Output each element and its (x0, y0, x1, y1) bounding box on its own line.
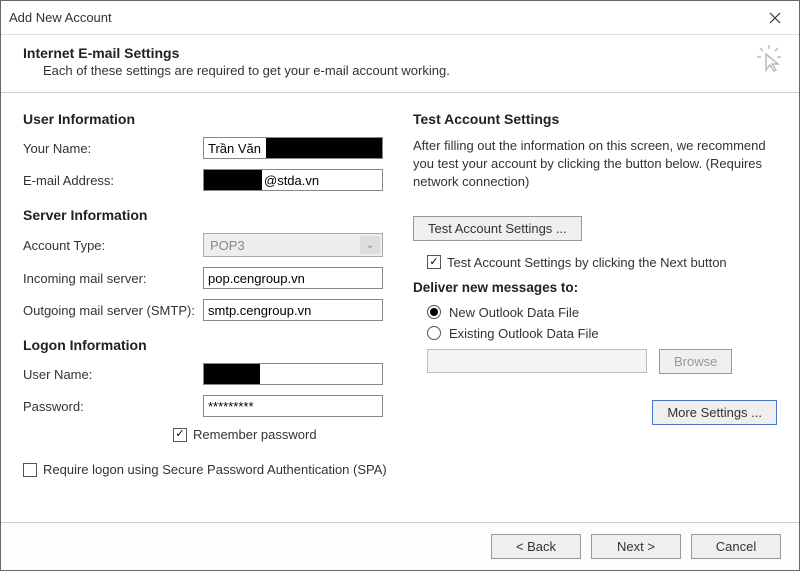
username-row: User Name: (23, 363, 387, 385)
redaction-block (204, 364, 260, 384)
username-input-wrap (203, 363, 383, 385)
remember-password-row: Remember password (173, 427, 387, 442)
window-title: Add New Account (9, 10, 755, 25)
more-settings-row: More Settings ... (413, 400, 777, 425)
test-description: After filling out the information on thi… (413, 137, 777, 192)
dialog-content: User Information Your Name: E-mail Addre… (1, 93, 799, 522)
test-account-button[interactable]: Test Account Settings ... (413, 216, 582, 241)
close-icon (769, 12, 781, 24)
password-row: Password: (23, 395, 387, 417)
left-column: User Information Your Name: E-mail Addre… (23, 111, 387, 508)
outgoing-server-input[interactable] (203, 299, 383, 321)
browse-row: Browse (427, 349, 777, 374)
user-info-section-title: User Information (23, 111, 387, 127)
account-type-row: Account Type: POP3 ⌄ (23, 233, 387, 257)
test-on-next-checkbox[interactable] (427, 255, 441, 269)
account-type-label: Account Type: (23, 238, 203, 253)
new-data-file-radio[interactable] (427, 305, 441, 319)
incoming-server-input[interactable] (203, 267, 383, 289)
cancel-button[interactable]: Cancel (691, 534, 781, 559)
outgoing-server-label: Outgoing mail server (SMTP): (23, 303, 203, 318)
redaction-block (266, 138, 382, 158)
account-type-select: POP3 ⌄ (203, 233, 383, 257)
your-name-label: Your Name: (23, 141, 203, 156)
deliver-section-title: Deliver new messages to: (413, 280, 777, 295)
password-label: Password: (23, 399, 203, 414)
spa-label: Require logon using Secure Password Auth… (43, 462, 387, 477)
cursor-click-icon (755, 43, 785, 73)
header-subtitle: Each of these settings are required to g… (23, 63, 783, 78)
incoming-server-label: Incoming mail server: (23, 271, 203, 286)
browse-button: Browse (659, 349, 732, 374)
test-on-next-row: Test Account Settings by clicking the Ne… (427, 255, 777, 270)
more-settings-button[interactable]: More Settings ... (652, 400, 777, 425)
existing-file-path-input (427, 349, 647, 373)
your-name-input-wrap (203, 137, 383, 159)
close-button[interactable] (755, 3, 795, 33)
right-column: Test Account Settings After filling out … (413, 111, 777, 508)
spa-row: Require logon using Secure Password Auth… (23, 462, 387, 477)
titlebar: Add New Account (1, 1, 799, 35)
logon-info-section-title: Logon Information (23, 337, 387, 353)
your-name-row: Your Name: (23, 137, 387, 159)
next-button[interactable]: Next > (591, 534, 681, 559)
remember-password-label: Remember password (193, 427, 317, 442)
remember-password-checkbox[interactable] (173, 428, 187, 442)
new-data-file-row: New Outlook Data File (427, 305, 777, 320)
outgoing-server-row: Outgoing mail server (SMTP): (23, 299, 387, 321)
incoming-server-row: Incoming mail server: (23, 267, 387, 289)
chevron-down-icon: ⌄ (360, 236, 380, 254)
account-type-value: POP3 (210, 238, 245, 253)
password-input[interactable] (203, 395, 383, 417)
username-label: User Name: (23, 367, 203, 382)
new-data-file-label: New Outlook Data File (449, 305, 579, 320)
test-section-title: Test Account Settings (413, 111, 777, 127)
test-on-next-label: Test Account Settings by clicking the Ne… (447, 255, 727, 270)
existing-data-file-row: Existing Outlook Data File (427, 326, 777, 341)
header-title: Internet E-mail Settings (23, 45, 783, 61)
spa-checkbox[interactable] (23, 463, 37, 477)
back-button[interactable]: < Back (491, 534, 581, 559)
redaction-block (204, 170, 262, 190)
existing-data-file-label: Existing Outlook Data File (449, 326, 599, 341)
email-label: E-mail Address: (23, 173, 203, 188)
dialog-footer: < Back Next > Cancel (1, 522, 799, 570)
existing-data-file-radio[interactable] (427, 326, 441, 340)
dialog-header: Internet E-mail Settings Each of these s… (1, 35, 799, 93)
dialog-window: Add New Account Internet E-mail Settings… (0, 0, 800, 571)
email-row: E-mail Address: (23, 169, 387, 191)
email-input-wrap (203, 169, 383, 191)
server-info-section-title: Server Information (23, 207, 387, 223)
